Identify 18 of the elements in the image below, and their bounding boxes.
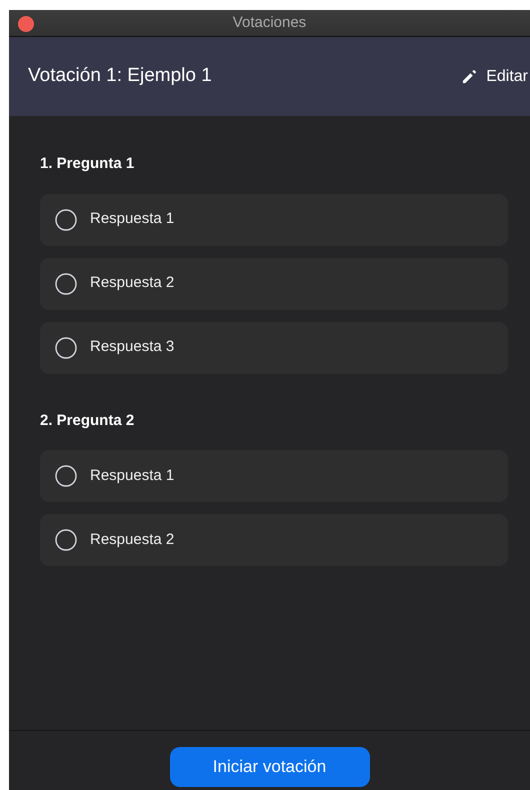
radio-button[interactable] (55, 465, 77, 487)
close-icon[interactable] (18, 16, 34, 32)
radio-button[interactable] (55, 336, 77, 358)
edit-button[interactable]: Editar (462, 64, 530, 88)
radio-button[interactable] (55, 529, 77, 551)
start-poll-button[interactable]: Iniciar votación (170, 747, 370, 787)
radio-button[interactable] (55, 208, 77, 230)
answer-option[interactable]: Respuesta 1 (40, 194, 508, 246)
window-title: Votaciones (232, 12, 306, 33)
question-title: 2. Pregunta 2 (40, 410, 136, 430)
answer-option[interactable]: Respuesta 2 (40, 514, 508, 566)
answer-option[interactable]: Respuesta 2 (40, 258, 508, 310)
pencil-icon (462, 69, 478, 84)
answer-option[interactable]: Respuesta 3 (40, 322, 508, 374)
answer-option[interactable]: Respuesta 1 (40, 450, 508, 502)
poll-title: Votación 1: Ejemplo 1 (28, 64, 212, 88)
question-title: 1. Pregunta 1 (40, 154, 136, 174)
radio-button[interactable] (55, 272, 77, 294)
